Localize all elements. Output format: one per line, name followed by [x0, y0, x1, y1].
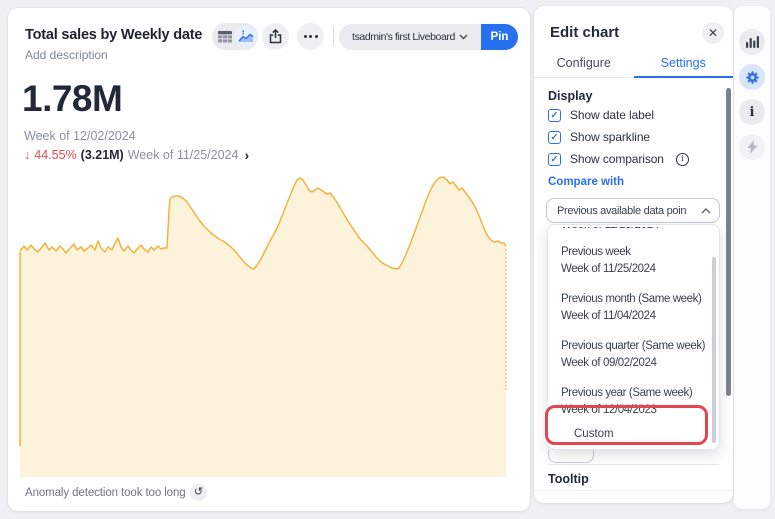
panel-title: Edit chart	[550, 24, 619, 41]
comparison-date: Week of 11/25/2024	[128, 148, 239, 162]
screen: Total sales by Weekly date Add descripti…	[0, 0, 775, 519]
dropdown-option-custom[interactable]: Custom	[561, 421, 711, 447]
chevron-down-icon	[459, 34, 468, 40]
checkbox-show-comparison[interactable]: ✓ Show comparison i	[548, 152, 689, 166]
page-title: Total sales by Weekly date	[25, 27, 202, 43]
liveboard-name: tsadmin's first Liveboard	[352, 31, 455, 43]
checkbox-checked-icon: ✓	[548, 131, 561, 144]
compare-with-label[interactable]: Compare with	[548, 176, 624, 188]
compare-with-dropdown[interactable]: Previous available data poin	[546, 198, 720, 223]
share-button[interactable]	[262, 23, 289, 50]
chart-view-button[interactable]	[235, 25, 256, 48]
display-heading: Display	[548, 89, 592, 103]
settings-button[interactable]	[739, 64, 765, 90]
tab-settings[interactable]: Settings	[634, 52, 734, 77]
change-down-arrow-icon: ↓	[24, 148, 30, 162]
chevron-up-icon	[701, 208, 711, 214]
checkbox-show-sparkline[interactable]: ✓ Show sparkline	[548, 130, 650, 144]
change-percent: 44.55%	[34, 148, 76, 162]
liveboard-selector[interactable]: tsadmin's first Liveboard	[339, 24, 481, 50]
kpi-value: 1.78M	[22, 78, 122, 120]
more-button[interactable]	[297, 23, 324, 50]
retry-icon: ↺	[194, 486, 203, 498]
add-description[interactable]: Add description	[25, 48, 108, 62]
kpi-date-label: Week of 12/02/2024	[24, 129, 136, 143]
tooltip-heading: Tooltip	[548, 472, 589, 486]
panel-tabs: Configure Settings	[534, 52, 733, 78]
chart-options-button[interactable]	[739, 29, 765, 55]
view-toggle	[212, 23, 258, 50]
answer-card: Total sales by Weekly date Add descripti…	[8, 8, 530, 511]
checkbox-show-date-label[interactable]: ✓ Show date label	[548, 108, 654, 122]
share-icon	[269, 29, 282, 44]
checkbox-checked-icon: ✓	[548, 153, 561, 166]
more-icon	[304, 35, 318, 38]
sparkline-area	[20, 177, 506, 477]
table-icon	[218, 31, 232, 43]
chevron-right-icon[interactable]: ›	[244, 147, 249, 163]
table-view-button[interactable]	[214, 25, 235, 48]
dropdown-selected-value: Previous available data poin	[557, 205, 701, 217]
dropdown-option-previous-week[interactable]: Previous week Week of 11/25/2024	[548, 237, 719, 284]
info-button[interactable]: i	[739, 99, 765, 125]
hidden-button-fragment	[548, 450, 594, 463]
close-icon: ✕	[708, 26, 718, 40]
dropdown-option-previous-quarter[interactable]: Previous quarter (Same week) Week of 09/…	[548, 331, 719, 378]
section-divider	[548, 464, 719, 465]
kpi-comparison-row: ↓ 44.55% (3.21M) Week of 11/25/2024 ›	[24, 147, 249, 163]
lightning-icon	[747, 140, 758, 154]
dropdown-option-previous-month[interactable]: Previous month (Same week) Week of 11/04…	[548, 284, 719, 331]
edit-chart-panel: Edit chart ✕ Configure Settings Display …	[534, 6, 733, 503]
info-icon[interactable]: i	[676, 153, 689, 166]
dropdown-menu: Week of 11/25/2024 Previous week Week of…	[547, 224, 720, 450]
pin-button[interactable]: Pin	[481, 24, 518, 50]
panel-scrollbar[interactable]	[726, 88, 731, 396]
tab-configure[interactable]: Configure	[534, 52, 634, 77]
spotiq-button[interactable]	[739, 134, 765, 160]
info-icon: i	[750, 105, 755, 120]
section-divider	[534, 490, 733, 491]
toolbar-divider	[333, 27, 334, 46]
anomaly-message: Anomaly detection took too long	[25, 487, 186, 499]
liveboard-pin-group: tsadmin's first Liveboard Pin	[339, 24, 518, 50]
dropdown-option-clipped: Week of 11/25/2024	[548, 227, 719, 237]
kpi-sparkline-icon	[238, 30, 254, 43]
right-sidebar: i	[734, 6, 770, 509]
retry-button[interactable]: ↺	[190, 484, 207, 501]
sparkline-line	[20, 177, 506, 269]
dropdown-scrollbar[interactable]	[712, 257, 716, 443]
change-absolute: (3.21M)	[81, 148, 124, 162]
bar-chart-icon	[746, 36, 759, 48]
close-button[interactable]: ✕	[702, 22, 724, 44]
checkbox-checked-icon: ✓	[548, 109, 561, 122]
gear-icon	[745, 70, 760, 85]
dropdown-option-previous-year[interactable]: Previous year (Same week) Week of 12/04/…	[548, 378, 719, 425]
